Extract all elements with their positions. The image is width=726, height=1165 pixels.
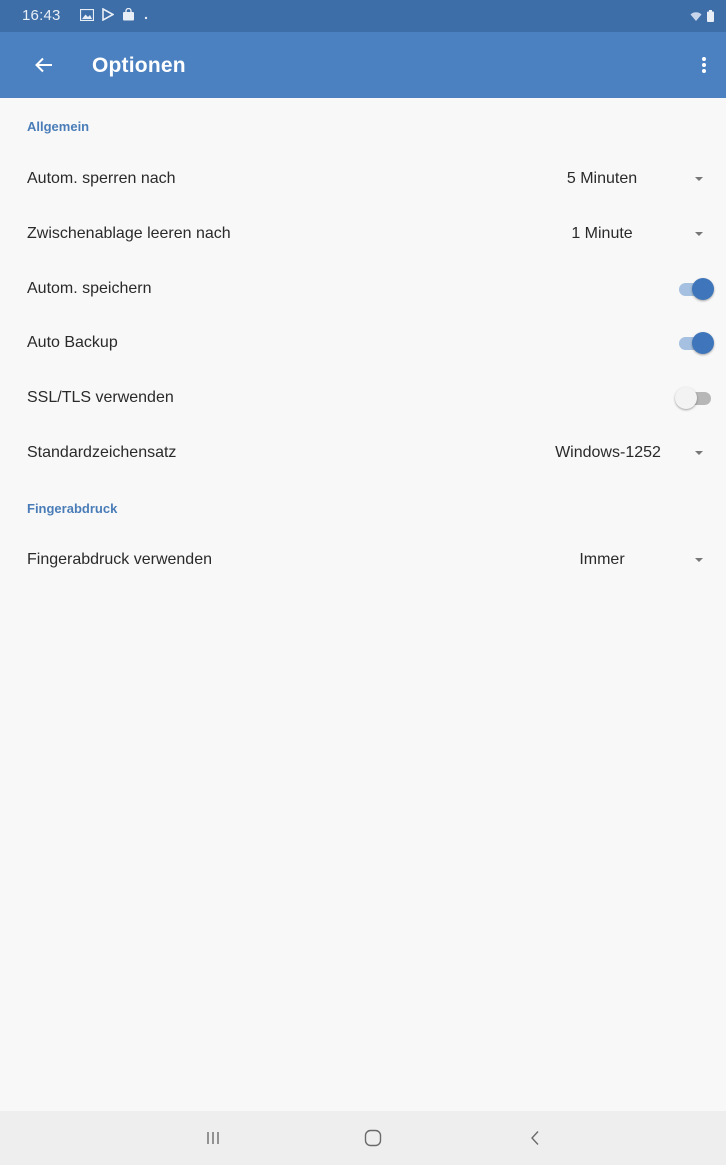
system-nav-bar [0,1111,726,1165]
auto-backup-toggle[interactable] [675,331,715,355]
recent-apps-icon [207,1132,219,1144]
arrow-back-icon [35,57,52,73]
section-header-fingerprint: Fingerabdruck [27,501,118,516]
auto-backup-setting[interactable]: Auto Backup [0,316,726,370]
nav-back-button[interactable] [505,1111,565,1165]
toggle-thumb [692,278,714,300]
overflow-menu-button[interactable] [692,48,716,82]
more-vert-icon [702,57,706,73]
home-icon [364,1129,382,1147]
chevron-down-icon [695,558,703,562]
autosave-toggle[interactable] [675,277,715,301]
shopping-bag-icon [122,7,135,25]
status-time: 16:43 [22,7,61,24]
ssl-tls-toggle[interactable] [675,386,715,410]
use-fingerprint-value[interactable]: Immer [558,551,646,569]
wifi-icon [690,9,702,26]
page-title: Optionen [92,54,186,77]
clear-clipboard-setting[interactable]: Zwischenablage leeren nach 1 Minute [0,207,726,261]
status-notification-icons [79,7,149,25]
back-button[interactable] [28,49,60,81]
back-icon [531,1131,539,1145]
toggle-thumb [675,387,697,409]
chevron-down-icon [695,451,703,455]
autosave-setting[interactable]: Autom. speichern [0,262,726,316]
battery-icon [707,9,714,26]
charset-setting[interactable]: Standardzeichensatz Windows-1252 [0,426,726,480]
autosave-label: Autom. speichern [27,280,152,297]
app-bar: Optionen [0,32,726,98]
clear-clipboard-label: Zwischenablage leeren nach [27,225,231,242]
chevron-down-icon [695,177,703,181]
use-fingerprint-setting[interactable]: Fingerabdruck verwenden Immer [0,533,726,587]
auto-backup-label: Auto Backup [27,334,118,351]
options-screen: 16:43 Optionen Allgemein Autom. sperren … [0,0,726,1165]
toggle-thumb [692,332,714,354]
dot-icon [143,8,149,25]
status-bar: 16:43 [0,0,726,32]
charset-value[interactable]: Windows-1252 [548,444,668,462]
charset-label: Standardzeichensatz [27,444,177,461]
lock-after-setting[interactable]: Autom. sperren nach 5 Minuten [0,152,726,206]
home-button[interactable] [343,1111,403,1165]
lock-after-label: Autom. sperren nach [27,170,176,187]
recent-apps-button[interactable] [183,1111,243,1165]
chevron-down-icon [695,232,703,236]
clear-clipboard-value[interactable]: 1 Minute [558,225,646,243]
status-system-icons [690,9,714,26]
play-store-icon [102,7,115,25]
use-fingerprint-label: Fingerabdruck verwenden [27,551,212,568]
lock-after-value[interactable]: 5 Minuten [558,170,646,188]
ssl-tls-setting[interactable]: SSL/TLS verwenden [0,371,726,425]
section-header-general: Allgemein [27,119,90,134]
gallery-icon [79,8,95,25]
ssl-tls-label: SSL/TLS verwenden [27,389,174,406]
